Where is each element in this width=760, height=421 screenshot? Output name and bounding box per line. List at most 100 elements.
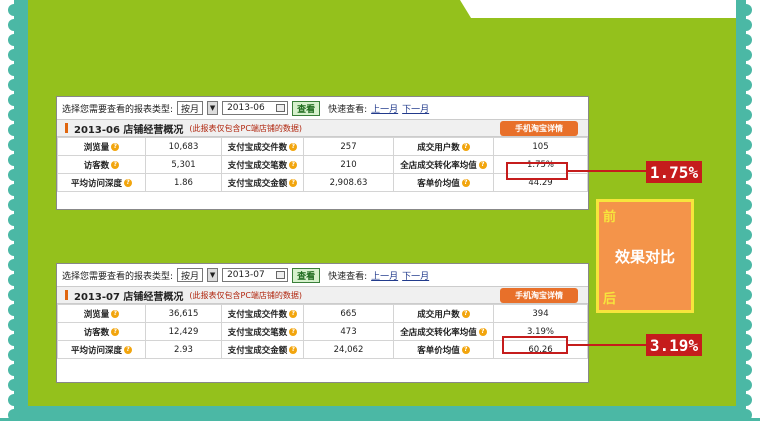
scallop-dot [740,394,752,406]
scallop-dot [740,349,752,361]
before-label: 前 [603,210,617,225]
scallop-dot [8,244,20,256]
stage: 选择您需要查看的报表类型: 按月 ▼ 2013-06 查看 快速查看: 上一月 … [0,0,760,421]
period-select[interactable]: 按月 [177,268,204,282]
metric-label: 客单价均值 [417,345,460,356]
scallop-dot [740,64,752,76]
chevron-down-icon[interactable]: ▼ [207,101,219,115]
help-icon[interactable]: ? [124,179,132,187]
help-icon[interactable]: ? [461,310,470,318]
help-icon[interactable]: ? [111,328,120,336]
scallop-dot [8,289,20,301]
scallop-dot [8,379,20,391]
after-label: 后 [603,292,617,307]
date-input[interactable]: 2013-07 [222,268,289,282]
help-icon[interactable]: ? [461,346,470,354]
report-title-bar: 2013-06 店铺经营概况 (此报表仅包含PC端店铺的数据) 手机淘宝详情 [57,119,588,137]
metric-label: 支付宝成交金额 [227,178,288,189]
highlight-box-july [502,336,568,354]
metric-label: 全店成交转化率均值 [400,327,477,338]
metric-label: 成交用户数 [417,309,460,320]
help-icon[interactable]: ? [478,328,487,336]
callout-badge-july: 3.19% [646,334,702,356]
help-icon[interactable]: ? [111,143,120,151]
help-icon[interactable]: ? [124,346,132,354]
help-icon[interactable]: ? [289,161,298,169]
metric-label: 访客数 [83,160,110,171]
scallop-dot [740,319,752,331]
date-input[interactable]: 2013-06 [222,101,289,115]
report-type-label: 选择您需要查看的报表类型: [62,271,174,282]
mobile-taobao-details-button[interactable]: 手机淘宝详情 [500,288,578,303]
next-month-link[interactable]: 下一月 [402,102,429,115]
help-icon[interactable]: ? [289,346,298,354]
view-button[interactable]: 查看 [292,267,321,283]
scallop-dot [740,139,752,151]
help-icon[interactable]: ? [111,161,120,169]
scallop-dot [8,4,20,16]
metric-label: 支付宝成交金额 [227,345,288,356]
scallop-dot [8,274,20,286]
prev-month-link[interactable]: 上一月 [371,102,398,115]
metric-label: 支付宝成交笔数 [227,327,288,338]
comparison-box: 前 效果对比 后 [596,199,694,313]
metric-value: 2,908.63 [303,173,394,192]
metric-label: 浏览量 [83,142,110,153]
calendar-icon[interactable] [276,104,286,112]
title-marker [65,123,68,133]
metric-label: 支付宝成交件数 [227,142,288,153]
metric-label: 支付宝成交笔数 [227,160,288,171]
scallop-dot [8,409,20,421]
help-icon[interactable]: ? [461,143,470,151]
period-select[interactable]: 按月 [177,101,204,115]
scallop-dot [8,184,20,196]
scallop-dot [740,169,752,181]
metric-label: 支付宝成交件数 [227,309,288,320]
next-month-link[interactable]: 下一月 [402,269,429,282]
scallop-dot [8,79,20,91]
metric-value: 36,615 [145,304,222,323]
help-icon[interactable]: ? [289,328,298,336]
help-icon[interactable]: ? [289,143,298,151]
scallop-dot [8,259,20,271]
help-icon[interactable]: ? [289,179,298,187]
scallop-dot [8,154,20,166]
scallop-dot [8,394,20,406]
scallop-dot [740,109,752,121]
metric-value: 257 [303,137,394,156]
title-marker [65,290,68,300]
comparison-title: 效果对比 [614,248,675,266]
help-icon[interactable]: ? [478,161,487,169]
scallop-dot [8,94,20,106]
help-icon[interactable]: ? [461,179,470,187]
scallop-dot [8,349,20,361]
metric-value: 2.93 [145,340,222,359]
scallop-dot [740,229,752,241]
scallop-dot [740,34,752,46]
report-title: 2013-06 店铺经营概况 [74,124,184,136]
scallop-dot [740,259,752,271]
scallop-dot [740,124,752,136]
quick-view-label: 快速查看: [328,104,368,115]
metric-label: 客单价均值 [417,178,460,189]
report-note: (此报表仅包含PC端店铺的数据) [189,123,303,133]
scallop-border-right [740,0,760,421]
scallop-dot [8,319,20,331]
scallop-dot [740,379,752,391]
scallop-dot [740,94,752,106]
help-icon[interactable]: ? [289,310,298,318]
callout-line-july [568,344,646,346]
prev-month-link[interactable]: 上一月 [371,269,398,282]
metric-value: 665 [303,304,394,323]
metric-value: 12,429 [145,322,222,341]
help-icon[interactable]: ? [111,310,120,318]
metric-value: 24,062 [303,340,394,359]
view-button[interactable]: 查看 [292,100,321,116]
scallop-dot [8,334,20,346]
chevron-down-icon[interactable]: ▼ [207,268,219,282]
metric-label: 全店成交转化率均值 [400,160,477,171]
scallop-dot [8,19,20,31]
metric-value: 105 [493,137,588,156]
calendar-icon[interactable] [276,271,286,279]
mobile-taobao-details-button[interactable]: 手机淘宝详情 [500,121,578,136]
